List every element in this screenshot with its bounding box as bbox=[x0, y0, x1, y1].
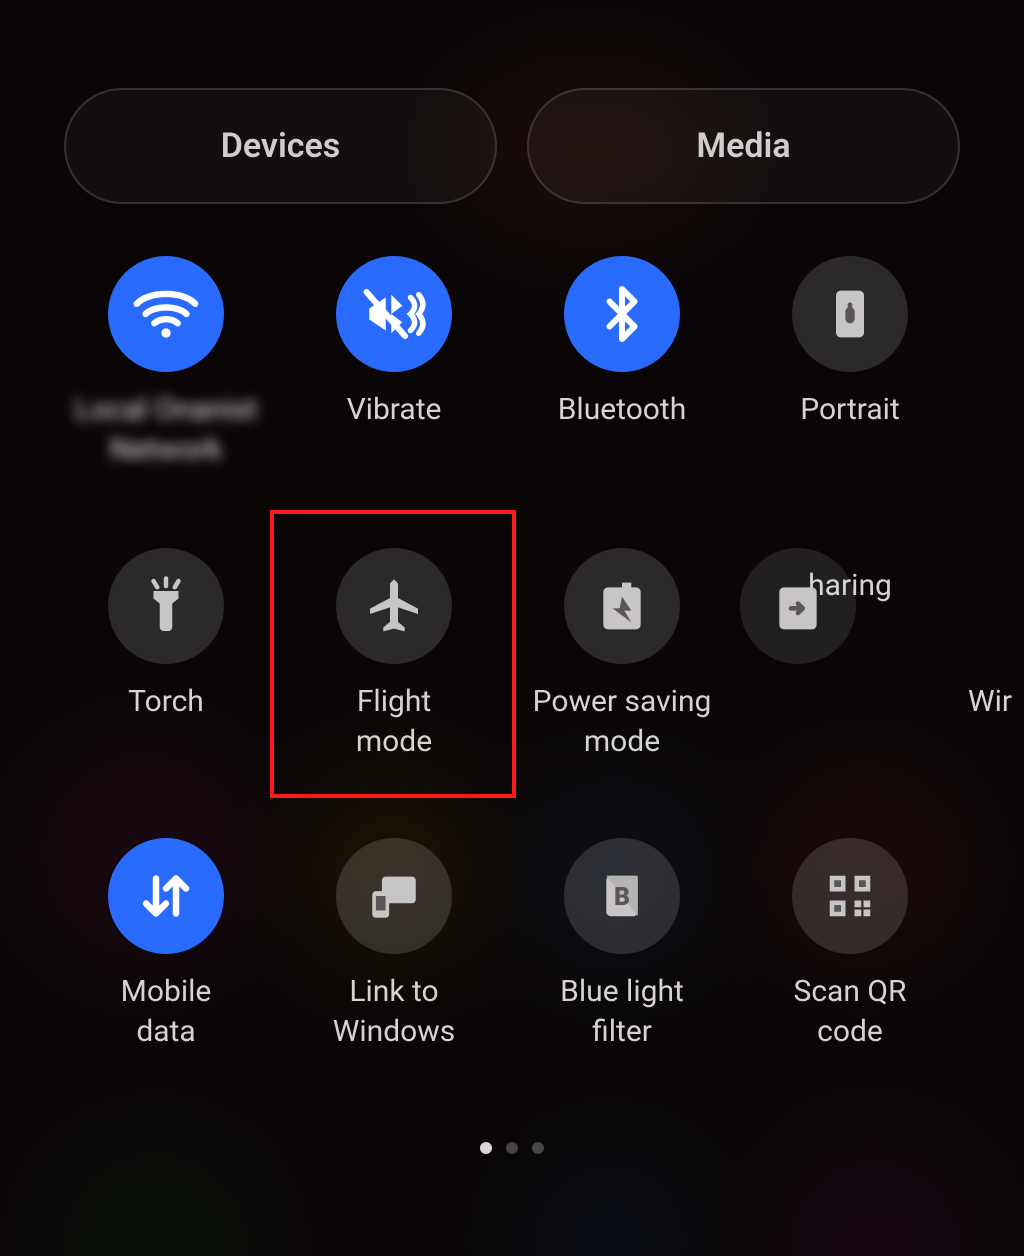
torch-label: Torch bbox=[128, 682, 204, 722]
mobile-data-label: Mobile data bbox=[121, 972, 212, 1052]
svg-text:B: B bbox=[614, 883, 630, 912]
tile-torch[interactable]: Torch bbox=[56, 548, 276, 722]
devices-label: Devices bbox=[221, 126, 341, 166]
blue-light-filter-label: Blue light filter bbox=[560, 972, 684, 1052]
page-dot-3[interactable] bbox=[532, 1142, 544, 1154]
header-pill-row: Devices Media bbox=[64, 88, 960, 204]
tile-blue-light-filter[interactable]: B Blue light filter bbox=[512, 838, 732, 1052]
quick-settings-grid: Local Onanist Network Vibrate Blueto bbox=[20, 250, 1024, 1080]
tile-link-to-windows[interactable]: Link to Windows bbox=[284, 838, 504, 1052]
media-label: Media bbox=[696, 126, 790, 166]
quick-settings-panel: Devices Media Local Onanist Network bbox=[0, 0, 1024, 1256]
link-to-windows-icon bbox=[336, 838, 452, 954]
power-saving-label: Power saving mode bbox=[533, 682, 712, 762]
wifi-label: Local Onanist Network bbox=[75, 390, 258, 470]
torch-icon bbox=[108, 548, 224, 664]
sharing-icon bbox=[740, 548, 856, 664]
devices-button[interactable]: Devices bbox=[64, 88, 497, 204]
mobile-data-icon bbox=[108, 838, 224, 954]
portrait-label: Portrait bbox=[800, 390, 900, 430]
page-dot-1[interactable] bbox=[480, 1142, 492, 1154]
tile-wireless-partial[interactable]: Wir bbox=[968, 548, 1024, 722]
blue-light-filter-icon: B bbox=[564, 838, 680, 954]
tile-portrait[interactable]: Portrait bbox=[740, 256, 960, 430]
tile-mobile-data[interactable]: Mobile data bbox=[56, 838, 276, 1052]
vibrate-icon bbox=[336, 256, 452, 372]
tile-sharing[interactable]: haring bbox=[740, 548, 960, 606]
tile-bluetooth[interactable]: Bluetooth bbox=[512, 256, 732, 430]
link-to-windows-label: Link to Windows bbox=[333, 972, 456, 1052]
tile-power-saving[interactable]: Power saving mode bbox=[512, 548, 732, 762]
scan-qr-label: Scan QR code bbox=[794, 972, 907, 1052]
wifi-icon bbox=[108, 256, 224, 372]
wireless-partial-label: Wir bbox=[968, 682, 1012, 722]
page-dot-2[interactable] bbox=[506, 1142, 518, 1154]
media-button[interactable]: Media bbox=[527, 88, 960, 204]
tile-vibrate[interactable]: Vibrate bbox=[284, 256, 504, 430]
vibrate-label: Vibrate bbox=[347, 390, 442, 430]
highlight-box bbox=[270, 510, 516, 798]
page-indicator[interactable] bbox=[0, 1142, 1024, 1154]
power-saving-icon bbox=[564, 548, 680, 664]
bluetooth-icon bbox=[564, 256, 680, 372]
bluetooth-label: Bluetooth bbox=[558, 390, 687, 430]
portrait-icon bbox=[792, 256, 908, 372]
tile-wifi[interactable]: Local Onanist Network bbox=[56, 256, 276, 470]
qr-code-icon bbox=[792, 838, 908, 954]
tile-scan-qr[interactable]: Scan QR code bbox=[740, 838, 960, 1052]
